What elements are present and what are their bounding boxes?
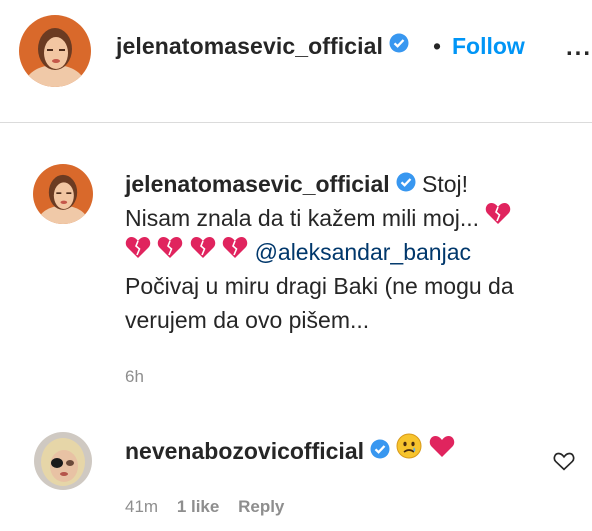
verified-badge-icon bbox=[389, 32, 409, 59]
post-header: jelenatomasevic_official • Follow ... bbox=[0, 0, 592, 100]
avatar[interactable] bbox=[33, 164, 93, 224]
verified-badge-icon bbox=[370, 434, 390, 468]
comment-line: verujem da ovo pišem... bbox=[125, 307, 370, 333]
more-options-button[interactable]: ... bbox=[566, 34, 592, 62]
comment-line: Nisam znala da ti kažem mili moj... bbox=[125, 201, 585, 235]
reply-button[interactable]: Reply bbox=[238, 497, 284, 516]
comment-timestamp[interactable]: 6h bbox=[125, 367, 144, 387]
verified-badge-icon bbox=[396, 167, 416, 201]
like-heart-icon[interactable] bbox=[553, 451, 575, 476]
broken-heart-icon bbox=[485, 200, 511, 234]
follow-button[interactable]: Follow bbox=[452, 33, 525, 60]
broken-heart-icon bbox=[222, 234, 248, 268]
comment-author-username[interactable]: nevenabozovicofficial bbox=[125, 438, 364, 464]
comment-text: Stoj! bbox=[422, 171, 469, 197]
comment-line: @aleksandar_banjac bbox=[125, 235, 585, 269]
avatar[interactable] bbox=[34, 432, 92, 490]
comment-meta: 41m 1 like Reply bbox=[125, 497, 298, 517]
comment-line: nevenabozovicofficial bbox=[125, 433, 455, 468]
heart-icon bbox=[429, 433, 455, 467]
comment-line: jelenatomasevic_official Stoj! bbox=[125, 167, 585, 201]
divider bbox=[0, 122, 592, 123]
comment-line: Počivaj u miru dragi Baki (ne mogu da bbox=[125, 273, 514, 299]
comment-like-count[interactable]: 1 like bbox=[177, 497, 220, 516]
comment-body: jelenatomasevic_official Stoj! Nisam zna… bbox=[125, 167, 585, 337]
broken-heart-icon bbox=[125, 234, 151, 268]
crying-face-icon bbox=[396, 433, 422, 468]
separator-dot: • bbox=[433, 33, 442, 59]
comment-author-username[interactable]: jelenatomasevic_official bbox=[125, 171, 390, 197]
broken-heart-icon bbox=[157, 234, 183, 268]
post-author-username[interactable]: jelenatomasevic_official bbox=[116, 33, 409, 60]
comment-timestamp[interactable]: 41m bbox=[125, 497, 158, 516]
user-mention-link[interactable]: @aleksandar_banjac bbox=[255, 239, 471, 265]
broken-heart-icon bbox=[190, 234, 216, 268]
avatar[interactable] bbox=[19, 15, 91, 87]
comment-text: Nisam znala da ti kažem mili moj... bbox=[125, 205, 480, 231]
username-text[interactable]: jelenatomasevic_official bbox=[116, 33, 383, 59]
